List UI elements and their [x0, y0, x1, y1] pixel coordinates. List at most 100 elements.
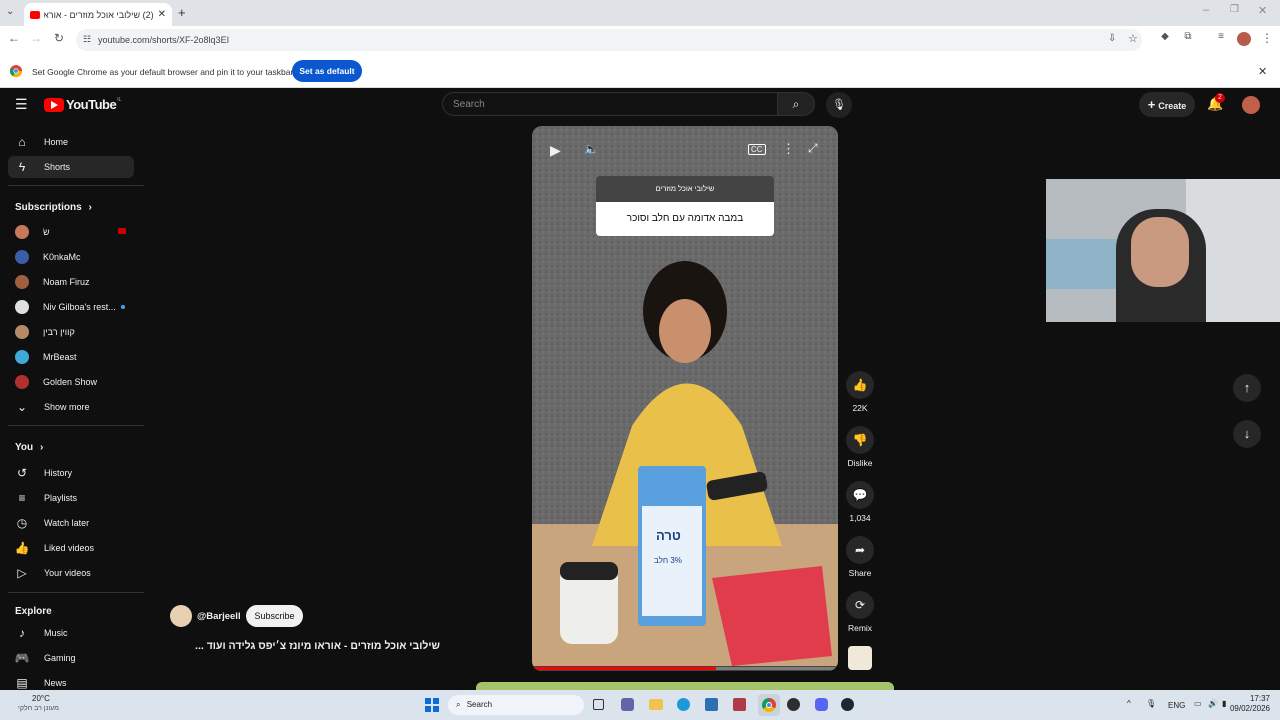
set-as-default-button[interactable]: Set as default — [292, 60, 362, 82]
clock[interactable]: 17:37 09/02/2026 — [1228, 694, 1270, 714]
maximize-button[interactable]: ❐ — [1230, 4, 1239, 15]
channel-name: K0nkaMc — [43, 252, 81, 262]
notifications-button[interactable]: 🔔 2 — [1207, 93, 1225, 112]
media-control-icon[interactable]: ≡ — [1212, 31, 1230, 42]
extension-icon[interactable]: ◆ — [1156, 31, 1174, 42]
voice-search-button[interactable]: 🎙 — [826, 92, 852, 118]
obs-icon[interactable] — [787, 698, 800, 711]
sidebar-item-gaming[interactable]: 🎮 Gaming — [8, 647, 134, 669]
sound-thumbnail[interactable] — [848, 646, 872, 670]
channel-handle[interactable]: @Barjeell — [197, 611, 241, 622]
account-avatar[interactable] — [1242, 96, 1260, 114]
input-language[interactable]: ENG — [1168, 701, 1185, 710]
short-title[interactable]: שילובי אוכל מוזרים - אוראו מיונז צ׳יפס ג… — [170, 640, 440, 652]
chrome-menu-icon[interactable]: ⋮ — [1258, 31, 1276, 45]
shorts-player[interactable]: טרה 3% חלב ▶ 🔈 CC ⋮ ⤢ שילובי אוכל מוזרים… — [532, 126, 838, 671]
sidebar-subscription[interactable]: MrBeast — [8, 346, 134, 368]
minimize-button[interactable]: – — [1203, 4, 1209, 16]
search-input[interactable]: Search — [442, 92, 778, 116]
sidebar-subscription[interactable]: Noam Firuz — [8, 271, 134, 293]
infobar-close-icon[interactable]: ✕ — [1258, 65, 1267, 78]
app-icon[interactable] — [733, 698, 746, 711]
edge-icon[interactable] — [677, 698, 690, 711]
battery-icon[interactable]: ▮ — [1222, 699, 1226, 708]
search-icon: ⌕ — [456, 700, 461, 709]
sidebar-item-shorts[interactable]: ϟ Shorts — [8, 156, 134, 178]
subscriptions-heading[interactable]: Subscriptions › — [15, 202, 92, 213]
volume-icon[interactable]: 🔈 — [584, 142, 599, 156]
sidebar-item-label: History — [44, 468, 73, 478]
sidebar-item-your-videos[interactable]: ▷ Your videos — [8, 562, 134, 584]
sidebar: ⌂ Home ϟ Shorts Subscriptions › שׂ K0nkaMc… — [0, 122, 145, 690]
sidebar-subscription[interactable]: Niv Gilboa's rest... — [8, 296, 134, 318]
search-icon: ⌕ — [792, 97, 800, 111]
comment-icon: 💬 — [846, 481, 874, 509]
divider — [8, 425, 144, 426]
next-short-preview[interactable] — [476, 682, 894, 690]
discord-icon[interactable] — [815, 698, 828, 711]
steam-icon[interactable] — [841, 698, 854, 711]
microphone-tray-icon[interactable]: 🎙 — [1146, 699, 1156, 708]
search-button[interactable]: ⌕ — [777, 92, 815, 116]
file-explorer-icon[interactable] — [649, 699, 663, 710]
weather-widget[interactable]: 20°C מעונן רב חלקי — [18, 694, 59, 714]
teams-icon[interactable] — [621, 698, 634, 711]
captions-icon[interactable]: CC — [748, 144, 766, 155]
task-view-icon[interactable] — [593, 699, 604, 710]
next-short-button[interactable]: ↓ — [1233, 420, 1261, 448]
chevron-right-icon: › — [39, 442, 44, 453]
progress-bar-track[interactable] — [532, 667, 838, 670]
network-icon[interactable]: ▭ — [1194, 699, 1202, 708]
sidebar-subscription[interactable]: K0nkaMc — [8, 246, 134, 268]
sidebar-item-watch-later[interactable]: ◷ Watch later — [8, 512, 134, 534]
sidebar-subscription[interactable]: קווין רבין — [8, 321, 134, 343]
reload-button[interactable]: ↻ — [50, 31, 68, 45]
profile-avatar[interactable] — [1237, 32, 1251, 46]
speaker-icon[interactable]: 🔊 — [1208, 699, 1218, 708]
sidebar-subscription[interactable]: Golden Show — [8, 371, 134, 393]
fullscreen-icon[interactable]: ⤢ — [808, 141, 818, 156]
sidebar-item-liked-videos[interactable]: 👍 Liked videos — [8, 537, 134, 559]
milk-carton-label: טרה — [656, 528, 681, 543]
channel-avatar[interactable] — [170, 605, 192, 627]
new-tab-button[interactable]: + — [178, 5, 186, 20]
forward-button[interactable]: → — [27, 31, 45, 45]
bookmark-star-icon[interactable]: ☆ — [1128, 32, 1138, 45]
back-button[interactable]: ← — [5, 31, 23, 45]
address-bar[interactable]: ☷ youtube.com/shorts/XF-2o8lq3EI ⇩ ☆ — [76, 29, 1142, 51]
sidebar-item-history[interactable]: ↺ History — [8, 462, 134, 484]
tray-overflow-icon[interactable]: ^ — [1127, 699, 1131, 708]
previous-short-button[interactable]: ↑ — [1233, 374, 1261, 402]
sidebar-item-home[interactable]: ⌂ Home — [8, 131, 134, 153]
tab-search-icon[interactable]: ⌄ — [6, 6, 14, 17]
extensions-puzzle-icon[interactable]: ⧉ — [1179, 31, 1197, 42]
install-app-icon[interactable]: ⇩ — [1108, 33, 1116, 44]
url-text: youtube.com/shorts/XF-2o8lq3EI — [98, 35, 230, 45]
youtube-logo[interactable]: YouTube IL — [44, 97, 121, 112]
sidebar-item-music[interactable]: ♪ Music — [8, 622, 134, 644]
sidebar-subscription[interactable]: שׂ — [8, 221, 134, 243]
guide-menu-icon[interactable]: ☰ — [15, 96, 28, 113]
play-button[interactable]: ▶ — [550, 142, 561, 159]
show-more-button[interactable]: ⌄ Show more — [8, 396, 134, 418]
create-button[interactable]: + Create — [1139, 92, 1195, 117]
youtube-play-logo-icon — [44, 97, 64, 112]
subscribe-button[interactable]: Subscribe — [246, 605, 303, 627]
more-options-icon[interactable]: ⋮ — [782, 141, 795, 157]
close-window-button[interactable]: ✕ — [1258, 4, 1267, 17]
dislike-button[interactable]: 👎 Dislike — [840, 426, 880, 468]
sidebar-item-playlists[interactable]: ≡ Playlists — [8, 487, 134, 509]
like-button[interactable]: 👍 22K — [840, 371, 880, 413]
site-info-icon[interactable]: ☷ — [83, 34, 91, 45]
share-button[interactable]: ➦ Share — [840, 536, 880, 578]
browser-tab-active[interactable]: (2) שילובי אוכל מוזרים - אוראו ה ✕ — [24, 3, 172, 26]
store-icon[interactable] — [705, 698, 718, 711]
close-tab-icon[interactable]: ✕ — [158, 9, 166, 20]
windows-start-icon[interactable] — [425, 698, 439, 712]
chrome-taskbar-icon[interactable] — [758, 694, 780, 716]
sidebar-item-label: Liked videos — [44, 543, 95, 553]
comments-button[interactable]: 💬 1,034 — [840, 481, 880, 523]
remix-button[interactable]: ⟳ Remix — [840, 591, 880, 633]
taskbar-search[interactable]: ⌕ Search — [448, 695, 584, 715]
you-heading[interactable]: You › — [15, 442, 43, 453]
